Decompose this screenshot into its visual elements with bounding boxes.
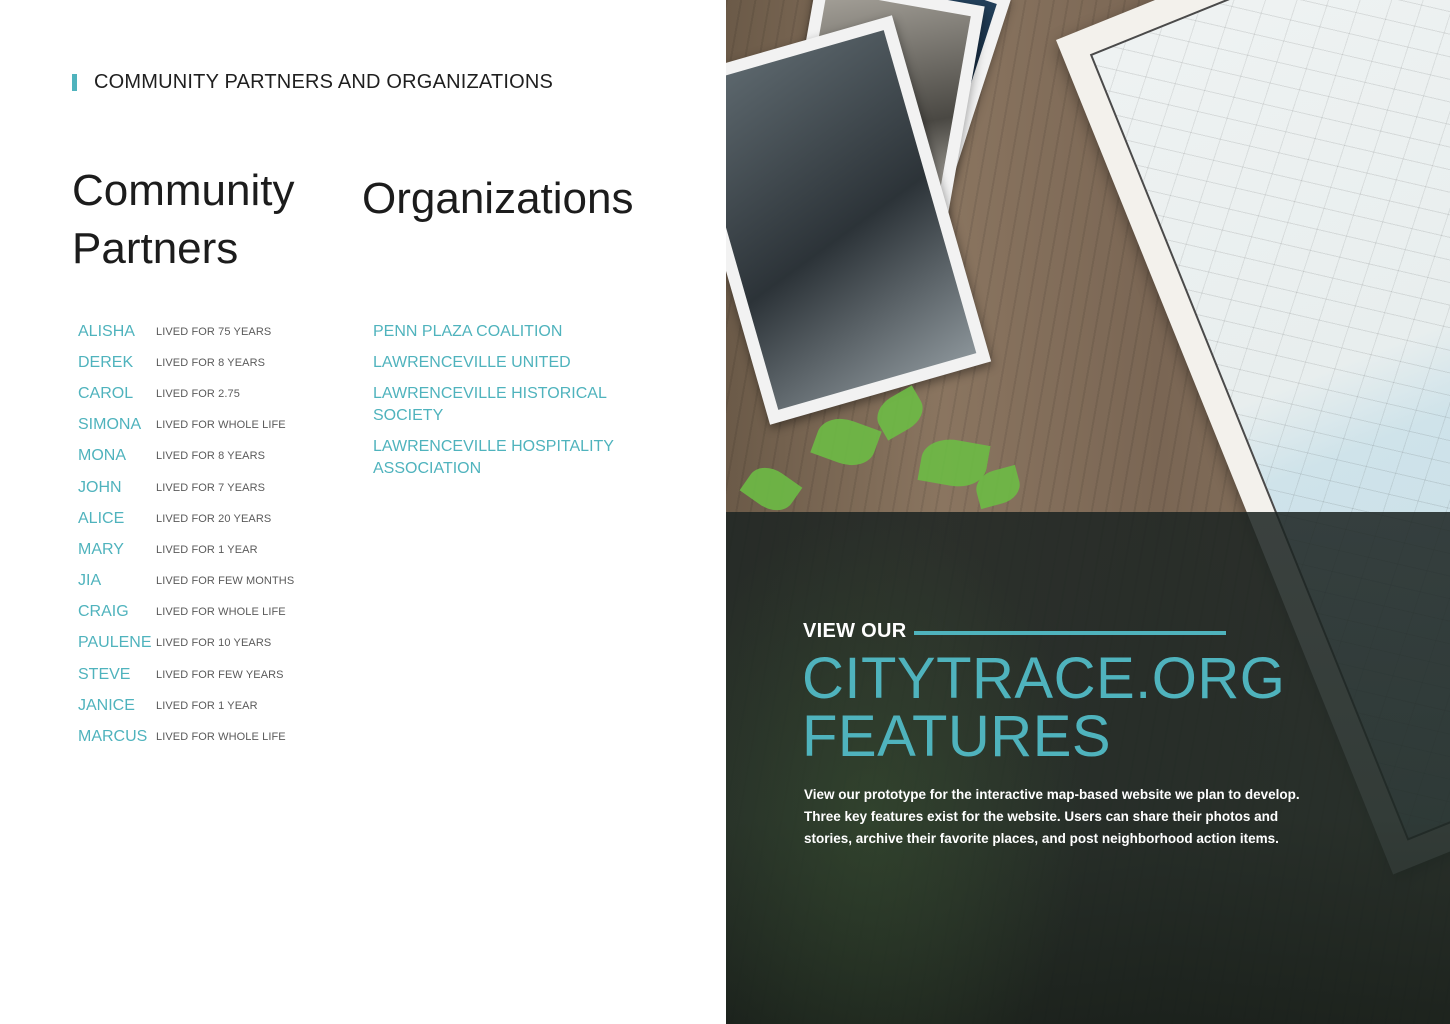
promo-description: View our prototype for the interactive m… [804,787,1300,846]
partner-row: MARY LIVED FOR 1 YEAR [78,534,358,565]
partner-lived: LIVED FOR 2.75 [156,387,240,400]
partner-name: JANICE [78,696,135,714]
partner-name: MARY [78,540,124,558]
partner-name: SIMONA [78,416,142,434]
partner-row: ALISHA LIVED FOR 75 YEARS [78,316,358,347]
partner-row: STEVE LIVED FOR FEW YEARS [78,659,358,690]
partner-name: CAROL [78,384,134,402]
partner-row: DEREK LIVED FOR 8 YEARS [78,347,358,378]
partner-lived: LIVED FOR 8 YEARS [156,450,266,463]
partner-row: MARCUS LIVED FOR WHOLE LIFE [78,721,358,752]
partner-lived: LIVED FOR 8 YEARS [156,356,266,369]
partner-row: JIA LIVED FOR FEW MONTHS [78,566,358,597]
partner-row: SIMONA LIVED FOR WHOLE LIFE [78,410,358,441]
partner-lived: LIVED FOR WHOLE LIFE [156,419,286,432]
partner-lived: LIVED FOR 1 YEAR [156,699,258,712]
header-accent-bar [72,74,77,91]
partner-row: MONA LIVED FOR 8 YEARS [78,441,358,472]
promo-title-line2: FEATURES [802,704,1112,769]
left-page: COMMUNITY PARTNERS AND ORGANIZATIONS Com… [0,0,726,1024]
partner-lived: LIVED FOR 75 YEARS [156,325,272,338]
organization-item: PENN PLAZA COALITION [373,323,563,340]
partner-lived: LIVED FOR WHOLE LIFE [156,606,286,619]
organizations-heading: Organizations [362,174,634,223]
promo-title: CITYTRACE.ORG FEATURES [802,650,1285,766]
partner-row: ALICE LIVED FOR 20 YEARS [78,503,358,534]
partner-lived: LIVED FOR 1 YEAR [156,543,258,556]
partner-lived: LIVED FOR FEW YEARS [156,668,284,681]
partner-name: STEVE [78,665,131,683]
partner-name: CRAIG [78,603,129,621]
partner-name: JIA [78,572,102,590]
partner-row: JANICE LIVED FOR 1 YEAR [78,690,358,721]
partner-name: PAULENE [78,634,152,652]
kicker-rule [914,631,1226,635]
partner-lived: LIVED FOR 10 YEARS [156,637,272,650]
partner-lived: LIVED FOR 7 YEARS [156,481,266,494]
organization-item: LAWRENCEVILLE HOSPITALITY ASSOCIATION [373,438,614,477]
partner-row: PAULENE LIVED FOR 10 YEARS [78,628,358,659]
partner-name: DEREK [78,353,134,371]
organization-item: LAWRENCEVILLE UNITED [373,354,571,371]
partner-row: CRAIG LIVED FOR WHOLE LIFE [78,597,358,628]
partner-lived: LIVED FOR 20 YEARS [156,512,272,525]
partner-lived: LIVED FOR FEW MONTHS [156,575,295,588]
section-header: COMMUNITY PARTNERS AND ORGANIZATIONS [94,71,554,93]
partner-lived: LIVED FOR WHOLE LIFE [156,731,286,744]
promo-kicker: VIEW OUR [803,620,907,642]
promo-title-line1: CITYTRACE.ORG [802,646,1286,711]
partner-name: JOHN [78,478,122,496]
partner-name: MARCUS [78,728,148,746]
right-page-photo: VIEW OUR CITYTRACE.ORG FEATURES View our… [726,0,1450,1024]
organizations-list: PENN PLAZA COALITION LAWRENCEVILLE UNITED… [373,321,673,489]
partner-row: JOHN LIVED FOR 7 YEARS [78,472,358,503]
community-partners-heading: Community Partners [72,166,295,273]
partner-name: MONA [78,447,126,465]
organization-item: LAWRENCEVILLE HISTORICAL SOCIETY [373,385,607,424]
partner-row: CAROL LIVED FOR 2.75 [78,378,358,409]
partner-name: ALICE [78,509,125,527]
partners-list: ALISHA LIVED FOR 75 YEARS DEREK LIVED FOR 8… [78,316,358,753]
partner-name: ALISHA [78,322,135,340]
